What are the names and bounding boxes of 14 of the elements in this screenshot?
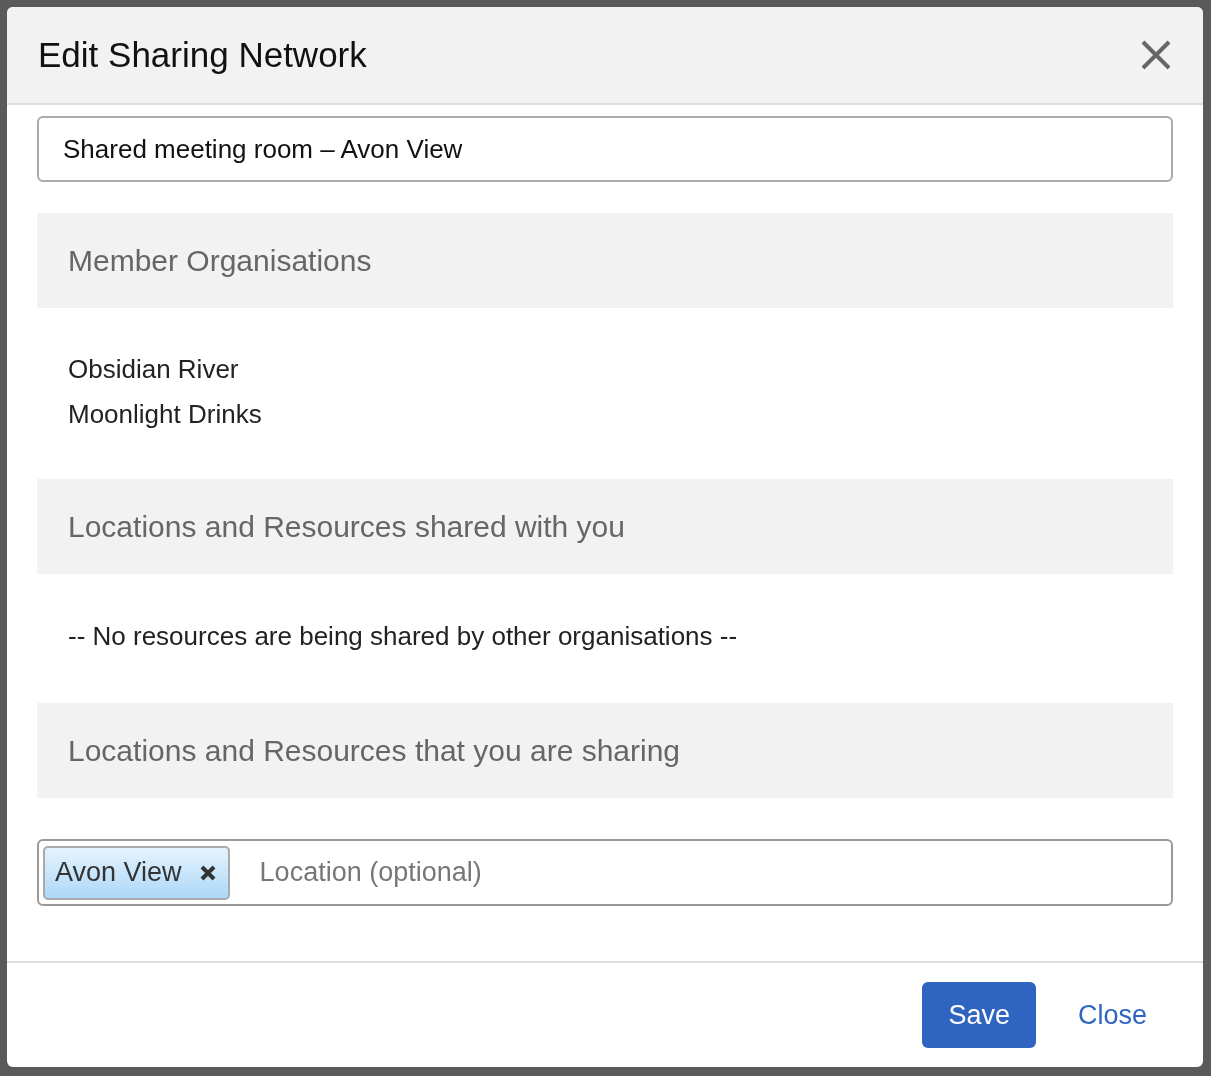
section-heading: Locations and Resources shared with you <box>37 479 1173 574</box>
empty-message: -- No resources are being shared by other organisations -- <box>68 620 739 653</box>
section-heading: Member Organisations <box>37 213 1173 308</box>
section-heading: Locations and Resources that you are sharing <box>37 703 1173 798</box>
save-button[interactable]: Save <box>922 982 1036 1048</box>
name-field[interactable]: Shared meeting room – Avon View <box>37 116 1173 182</box>
organisation-name: Obsidian River <box>68 353 240 386</box>
remove-icon[interactable] <box>199 864 216 881</box>
dialog-title: Edit Sharing Network <box>38 35 367 75</box>
organisation-name: Moonlight Drinks <box>68 398 263 431</box>
location-field[interactable]: Avon View Location (optional) <box>37 839 1173 906</box>
close-icon[interactable] <box>1139 38 1173 72</box>
tag-label: Avon View <box>55 857 182 888</box>
close-link[interactable]: Close <box>1077 999 1173 1031</box>
